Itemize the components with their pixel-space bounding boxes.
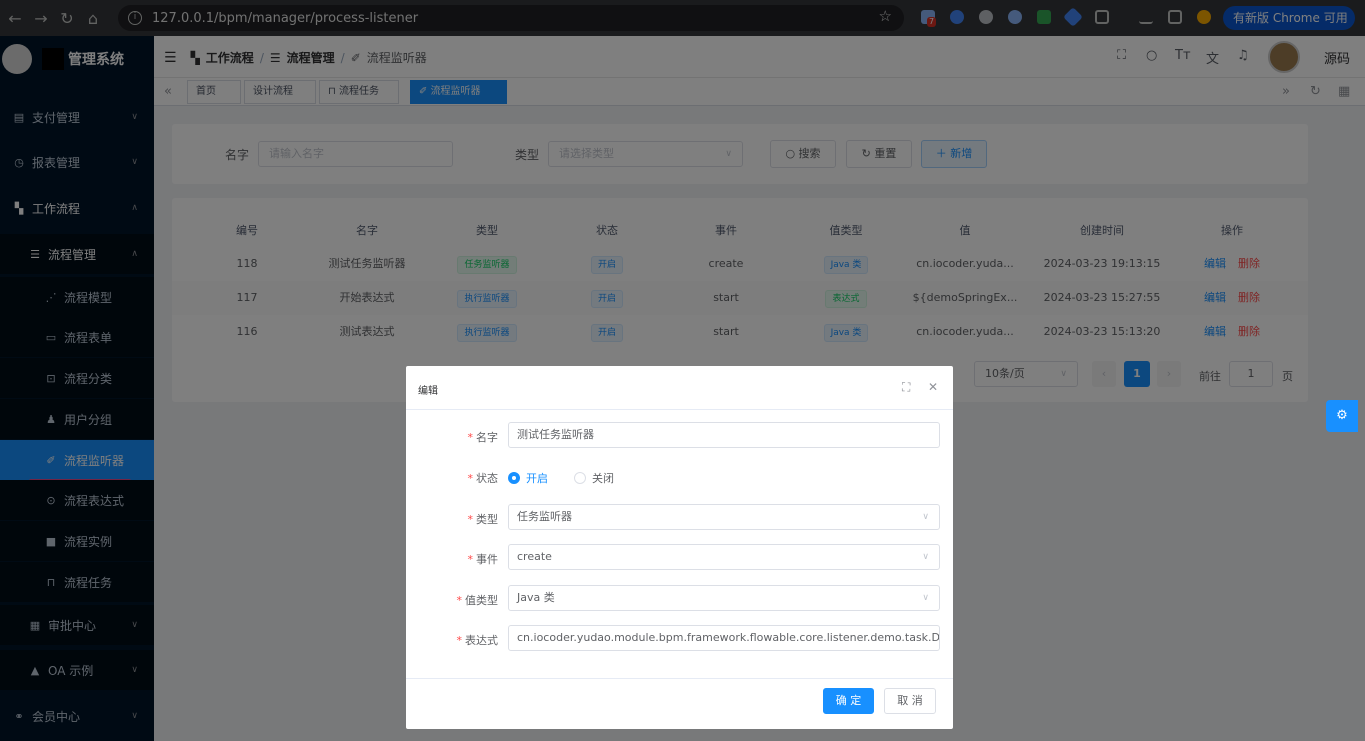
type-select[interactable]: 任务监听器 ∨ bbox=[508, 504, 940, 530]
radio-label: 关闭 bbox=[592, 472, 614, 485]
chevron-down-icon: ∨ bbox=[922, 512, 929, 522]
status-label-text: 状态 bbox=[476, 472, 498, 485]
dialog-title: 编辑 bbox=[418, 386, 438, 397]
value-type-select[interactable]: Java 类 ∨ bbox=[508, 585, 940, 611]
event-label-text: 事件 bbox=[476, 553, 498, 566]
status-off-radio[interactable]: 关闭 bbox=[574, 470, 614, 486]
type-label-text: 类型 bbox=[476, 513, 498, 526]
radio-label: 开启 bbox=[526, 472, 548, 485]
chevron-down-icon: ∨ bbox=[922, 552, 929, 562]
edit-dialog: 编辑 ⛶ ✕ * 名字 测试任务监听器 * 状态 开启 关闭 * 类型 任务监听器 ∨ … bbox=[406, 366, 953, 729]
event-select[interactable]: create ∨ bbox=[508, 544, 940, 570]
status-on-radio[interactable]: 开启 bbox=[508, 470, 548, 486]
expression-label-text: 表达式 bbox=[465, 634, 498, 647]
type-label: * 类型 bbox=[467, 513, 499, 526]
name-input[interactable]: 测试任务监听器 bbox=[508, 422, 940, 448]
dialog-header-divider bbox=[406, 409, 953, 410]
radio-checked-icon bbox=[508, 472, 520, 484]
expression-label: * 表达式 bbox=[456, 634, 499, 647]
event-label: * 事件 bbox=[467, 553, 499, 566]
select-value: 任务监听器 bbox=[517, 510, 572, 523]
radio-unchecked-icon bbox=[574, 472, 586, 484]
chevron-down-icon: ∨ bbox=[922, 593, 929, 603]
name-label-text: 名字 bbox=[476, 431, 498, 444]
select-value: create bbox=[517, 550, 552, 563]
cancel-button[interactable]: 取 消 bbox=[884, 688, 936, 714]
name-label: * 名字 bbox=[467, 431, 499, 444]
confirm-button[interactable]: 确 定 bbox=[823, 688, 874, 714]
fullscreen-icon[interactable]: ⛶ bbox=[902, 380, 910, 395]
status-label: * 状态 bbox=[467, 472, 499, 485]
close-icon[interactable]: ✕ bbox=[928, 380, 938, 394]
value-type-label-text: 值类型 bbox=[465, 594, 498, 607]
expression-input[interactable]: cn.iocoder.yudao.module.bpm.framework.fl… bbox=[508, 625, 940, 651]
value-type-label: * 值类型 bbox=[456, 594, 499, 607]
select-value: Java 类 bbox=[517, 591, 555, 604]
settings-gear-icon[interactable]: ⚙ bbox=[1326, 400, 1358, 432]
dialog-footer-divider bbox=[406, 678, 953, 679]
